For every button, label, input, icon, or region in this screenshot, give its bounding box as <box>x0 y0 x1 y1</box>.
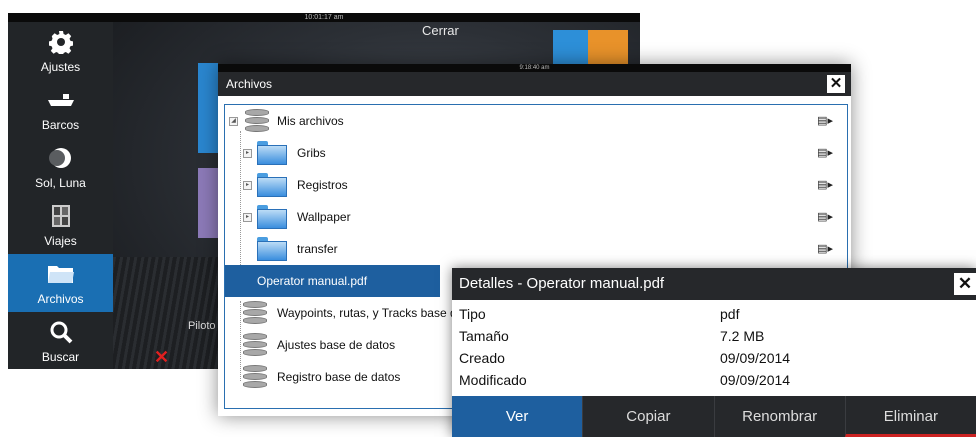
tree-item-label: Ajustes base de datos <box>277 338 396 352</box>
tree-item-gribs[interactable]: ▸ Gribs ▤▸ <box>225 137 847 169</box>
detail-value: pdf <box>720 306 740 322</box>
autopilot-label: Piloto <box>188 320 216 332</box>
database-icon <box>243 301 267 325</box>
tree-item-label: Gribs <box>297 146 326 160</box>
detail-value: 7.2 MB <box>720 328 765 344</box>
dialog-title: Detalles - Operator manual.pdf <box>459 275 665 292</box>
tree-item-transfer[interactable]: transfer ▤▸ <box>225 233 847 265</box>
copy-button[interactable]: Copiar <box>582 396 714 437</box>
screen: 10:01:17 am Ajustes Barcos Sol, Luna Via… <box>0 0 976 437</box>
sidebar-item-label: Sol, Luna <box>35 176 86 190</box>
close-button[interactable]: Cerrar <box>422 23 459 38</box>
tree-item-label: Waypoints, rutas, y Tracks base de <box>277 306 464 320</box>
folder-icon <box>257 237 287 261</box>
tree-item-registros[interactable]: ▸ Registros ▤▸ <box>225 169 847 201</box>
expand-icon[interactable]: ▸ <box>243 149 252 158</box>
context-menu-icon[interactable]: ▤▸ <box>817 137 833 169</box>
sidebar-item-viajes[interactable]: Viajes <box>8 196 113 254</box>
sidebar-item-buscar[interactable]: Buscar <box>8 312 113 369</box>
sidebar-item-label: Buscar <box>41 350 80 364</box>
collapse-icon[interactable]: ◢ <box>229 117 238 126</box>
tree-item-label: Wallpaper <box>297 210 351 224</box>
boat-icon <box>47 94 74 106</box>
detail-value: 09/09/2014 <box>720 372 791 388</box>
files-titlebar: Archivos ✕ <box>218 72 851 96</box>
red-x-icon: ✕ <box>154 347 170 367</box>
moon-icon <box>48 148 71 168</box>
tree-item-label: Operator manual.pdf <box>257 274 368 288</box>
app-tile-edge <box>198 63 218 153</box>
details-titlebar: Detalles - Operator manual.pdf ✕ <box>452 268 976 300</box>
tree-item-label: Mis archivos <box>277 114 344 128</box>
context-menu-icon[interactable]: ▤▸ <box>817 233 833 265</box>
sidebar-item-archivos[interactable]: Archivos <box>8 254 113 312</box>
folder-icon <box>257 141 287 165</box>
database-icon <box>243 365 267 389</box>
sidebar-item-ajustes[interactable]: Ajustes <box>8 22 113 80</box>
folder-icon <box>257 173 287 197</box>
detail-value: 09/09/2014 <box>720 350 791 366</box>
expand-icon[interactable]: ▸ <box>243 213 252 222</box>
detail-key: Tamaño <box>459 328 509 344</box>
app-tile-edge <box>198 168 218 238</box>
folder-icon <box>257 205 287 229</box>
tree-item-operator-manual[interactable]: Operator manual.pdf <box>225 265 440 297</box>
expand-icon[interactable]: ▸ <box>243 181 252 190</box>
rename-button[interactable]: Renombrar <box>713 396 845 437</box>
trip-calculator-icon <box>51 205 70 227</box>
details-dialog: Detalles - Operator manual.pdf ✕ Tipo pd… <box>452 268 976 437</box>
folder-icon <box>47 266 74 283</box>
delete-button[interactable]: Eliminar <box>844 396 976 437</box>
sidebar-item-label: Viajes <box>44 234 77 248</box>
tree-item-label: Registros <box>297 178 348 192</box>
close-icon[interactable]: ✕ <box>954 273 976 295</box>
context-menu-icon[interactable]: ▤▸ <box>817 105 833 137</box>
window-title: Archivos <box>226 77 273 91</box>
status-bar-time: 9:18:40 am <box>218 64 851 72</box>
sidebar-item-sol-luna[interactable]: Sol, Luna <box>8 138 113 196</box>
sidebar-item-label: Ajustes <box>40 60 81 74</box>
tree-item-wallpaper[interactable]: ▸ Wallpaper ▤▸ <box>225 201 847 233</box>
sidebar-item-barcos[interactable]: Barcos <box>8 80 113 138</box>
context-menu-icon[interactable]: ▤▸ <box>817 201 833 233</box>
tree-item-mis-archivos[interactable]: ◢ Mis archivos ▤▸ <box>225 105 847 137</box>
context-menu-icon[interactable]: ▤▸ <box>817 169 833 201</box>
detail-key: Tipo <box>459 306 486 322</box>
detail-key: Modificado <box>459 372 527 388</box>
close-icon[interactable]: ✕ <box>827 75 845 93</box>
sidebar: Ajustes Barcos Sol, Luna Viajes Archivos… <box>8 22 113 369</box>
gear-icon <box>48 31 73 54</box>
tree-item-label: transfer <box>297 242 338 256</box>
details-action-bar: Ver Copiar Renombrar Eliminar <box>452 396 976 437</box>
tree-item-label: Registro base de datos <box>277 370 401 384</box>
database-settings-icon <box>243 333 267 357</box>
sidebar-item-label: Barcos <box>41 118 80 132</box>
status-bar-time: 10:01:17 am <box>8 13 640 22</box>
sidebar-item-label: Archivos <box>37 292 84 306</box>
search-icon <box>50 321 72 344</box>
detail-key: Creado <box>459 350 505 366</box>
view-button[interactable]: Ver <box>452 396 583 437</box>
database-icon <box>245 109 269 133</box>
